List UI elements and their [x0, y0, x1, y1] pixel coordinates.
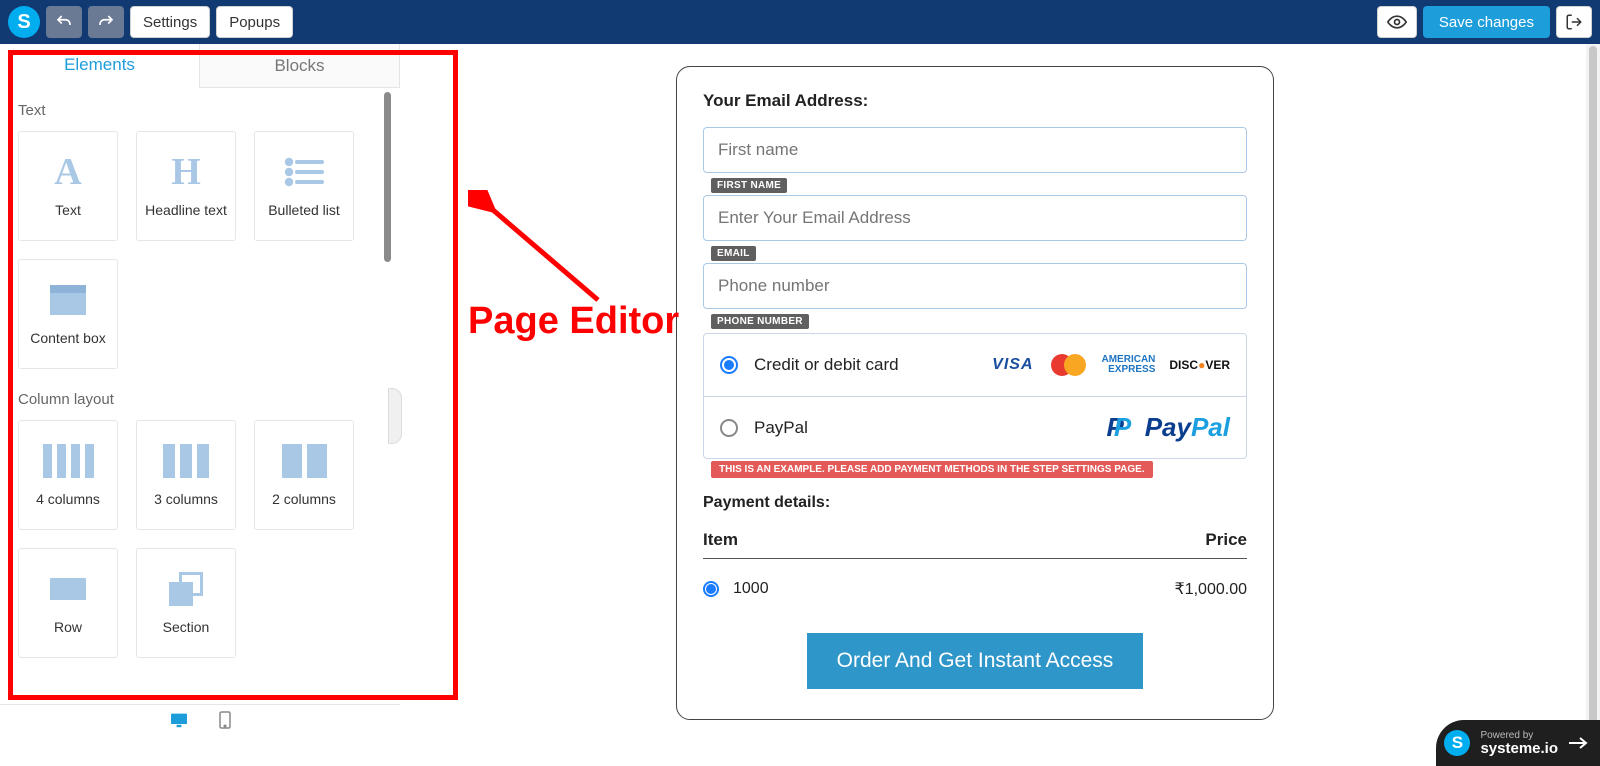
- mobile-icon: [219, 711, 231, 729]
- powered-by-small: Powered by: [1480, 731, 1558, 741]
- top-bar: S Settings Popups Save changes: [0, 0, 1600, 44]
- arrow-right-icon: [1568, 736, 1588, 750]
- phone-input[interactable]: [703, 263, 1247, 309]
- card-brand-icons: VISA AMERICANEXPRESS DISC●VER: [992, 352, 1230, 378]
- item-name: 1000: [733, 580, 769, 598]
- popups-button[interactable]: Popups: [216, 6, 293, 38]
- payment-details-heading: Payment details:: [703, 494, 1247, 512]
- payment-method-group: Credit or debit card VISA AMERICANEXPRES…: [703, 333, 1247, 459]
- order-button[interactable]: Order And Get Instant Access: [807, 633, 1144, 689]
- payment-example-warning: THIS IS AN EXAMPLE. PLEASE ADD PAYMENT M…: [711, 461, 1153, 478]
- preview-button[interactable]: [1377, 6, 1417, 38]
- desktop-icon: [169, 712, 189, 728]
- panel-resize-handle[interactable]: [388, 388, 402, 444]
- redo-icon: [97, 13, 115, 31]
- three-columns-icon: [163, 444, 209, 478]
- element-headline-label: Headline text: [145, 202, 227, 220]
- element-text[interactable]: A Text: [18, 131, 118, 241]
- first-name-input[interactable]: [703, 127, 1247, 173]
- app-logo: S: [8, 6, 40, 38]
- row-icon: [50, 578, 86, 600]
- element-bulleted-list[interactable]: Bulleted list: [254, 131, 354, 241]
- price-table-row[interactable]: 1000 ₹1,000.00: [703, 579, 1247, 599]
- four-columns-icon: [43, 444, 94, 478]
- element-content-box[interactable]: Content box: [18, 259, 118, 369]
- element-row-label: Row: [54, 619, 82, 637]
- element-3-columns[interactable]: 3 columns: [136, 420, 236, 530]
- payment-card-option[interactable]: Credit or debit card VISA AMERICANEXPRES…: [704, 334, 1246, 396]
- email-tag: EMAIL: [711, 246, 756, 261]
- canvas-scrollbar[interactable]: [1586, 44, 1600, 734]
- tab-blocks[interactable]: Blocks: [199, 44, 400, 88]
- price-header: Price: [1205, 530, 1247, 550]
- payment-paypal-radio[interactable]: [720, 419, 738, 437]
- panel-scrollbar-thumb[interactable]: [384, 92, 391, 262]
- element-col3-label: 3 columns: [154, 491, 218, 509]
- element-section-label: Section: [163, 619, 210, 637]
- element-section[interactable]: Section: [136, 548, 236, 658]
- section-icon: [169, 572, 203, 606]
- undo-button[interactable]: [46, 6, 82, 38]
- email-input[interactable]: [703, 195, 1247, 241]
- paypal-logo: PP PayPal: [1107, 412, 1231, 443]
- exit-icon: [1565, 13, 1583, 31]
- page-canvas[interactable]: Your Email Address: FIRST NAME EMAIL PHO…: [400, 44, 1584, 734]
- panel-tabs: Elements Blocks: [0, 44, 400, 88]
- first-name-tag: FIRST NAME: [711, 178, 787, 193]
- device-preview-bar: [0, 704, 400, 734]
- item-radio[interactable]: [703, 581, 719, 597]
- element-2-columns[interactable]: 2 columns: [254, 420, 354, 530]
- powered-by-brand: systeme.io: [1480, 741, 1558, 756]
- eye-icon: [1387, 12, 1407, 32]
- powered-by-logo: S: [1444, 730, 1470, 756]
- panel-scroll-area: Text A Text H Headline text Bulleted lis…: [0, 88, 400, 696]
- element-row[interactable]: Row: [18, 548, 118, 658]
- mastercard-icon: [1048, 352, 1088, 378]
- checkout-form-block[interactable]: Your Email Address: FIRST NAME EMAIL PHO…: [676, 66, 1274, 720]
- powered-by-badge[interactable]: S Powered by systeme.io: [1436, 720, 1600, 766]
- element-headline-text[interactable]: H Headline text: [136, 131, 236, 241]
- element-contentbox-label: Content box: [30, 330, 106, 348]
- element-bulleted-label: Bulleted list: [268, 202, 340, 220]
- elements-panel: Elements Blocks Text A Text H Headline t…: [0, 44, 400, 704]
- exit-button[interactable]: [1556, 6, 1592, 38]
- phone-tag: PHONE NUMBER: [711, 314, 809, 329]
- payment-paypal-option[interactable]: PayPal PP PayPal: [704, 396, 1246, 458]
- element-text-label: Text: [55, 202, 81, 220]
- visa-icon: VISA: [992, 356, 1033, 374]
- two-columns-icon: [282, 444, 327, 478]
- device-mobile-button[interactable]: [219, 711, 231, 729]
- payment-card-radio[interactable]: [720, 356, 738, 374]
- section-column-layout-label: Column layout: [18, 391, 382, 408]
- discover-icon: DISC●VER: [1169, 358, 1230, 372]
- save-changes-button[interactable]: Save changes: [1423, 6, 1550, 38]
- bulleted-list-icon: [284, 157, 324, 187]
- element-col4-label: 4 columns: [36, 491, 100, 509]
- element-4-columns[interactable]: 4 columns: [18, 420, 118, 530]
- device-desktop-button[interactable]: [169, 712, 189, 728]
- item-price: ₹1,000.00: [1175, 579, 1247, 599]
- amex-icon: AMERICANEXPRESS: [1102, 355, 1156, 375]
- tab-elements[interactable]: Elements: [0, 44, 199, 88]
- element-col2-label: 2 columns: [272, 491, 336, 509]
- section-text-label: Text: [18, 102, 382, 119]
- content-box-icon: [50, 285, 86, 315]
- item-header: Item: [703, 530, 738, 550]
- undo-icon: [55, 13, 73, 31]
- redo-button[interactable]: [88, 6, 124, 38]
- settings-button[interactable]: Settings: [130, 6, 210, 38]
- email-heading: Your Email Address:: [703, 91, 1247, 111]
- price-table-header: Item Price: [703, 530, 1247, 559]
- payment-paypal-label: PayPal: [754, 418, 808, 438]
- payment-card-label: Credit or debit card: [754, 355, 899, 375]
